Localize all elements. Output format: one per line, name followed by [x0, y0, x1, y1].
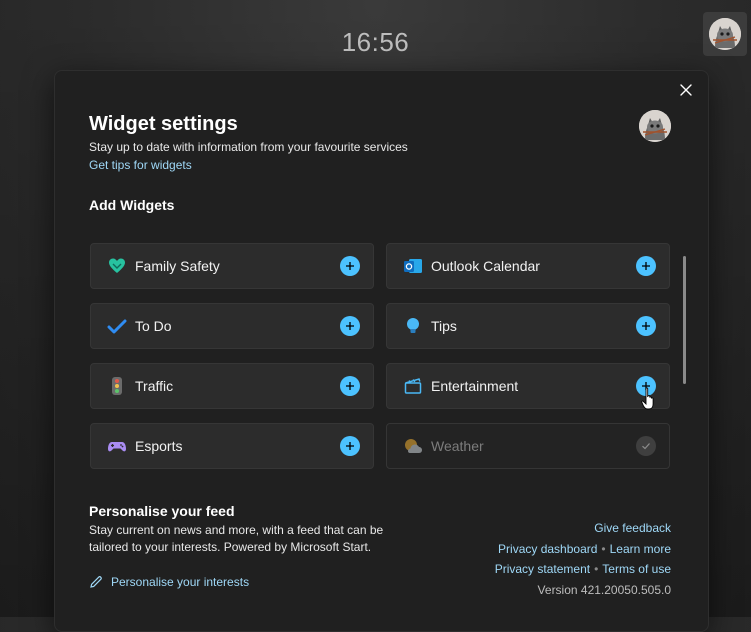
add-widget-button[interactable] — [636, 256, 656, 276]
personalise-interests-label: Personalise your interests — [111, 575, 250, 589]
plus-icon — [346, 382, 354, 390]
clock: 16:56 — [341, 27, 410, 57]
todo-icon — [107, 316, 127, 336]
hand-cursor-icon — [641, 387, 654, 410]
widget-tile-entertainment: Entertainment — [386, 363, 670, 409]
widget-label: Entertainment — [431, 378, 519, 394]
plus-icon — [346, 262, 354, 270]
terms-of-use-link[interactable]: Terms of use — [602, 562, 671, 576]
add-widget-button[interactable] — [340, 436, 360, 456]
widget-label: To Do — [135, 318, 172, 334]
widget-label: Esports — [135, 438, 183, 454]
esports-icon — [107, 436, 127, 456]
entertainment-icon — [403, 376, 423, 396]
widget-tile-esports: Esports — [90, 423, 374, 469]
learn-more-link[interactable]: Learn more — [610, 542, 671, 556]
traffic-icon — [107, 376, 127, 396]
separator-dot: • — [594, 562, 599, 576]
widget-tile-weather: Weather — [386, 423, 670, 469]
avatar[interactable] — [639, 110, 671, 142]
privacy-dashboard-link[interactable]: Privacy dashboard — [498, 542, 597, 556]
widget-label: Traffic — [135, 378, 174, 394]
give-feedback-link[interactable]: Give feedback — [594, 521, 671, 535]
tips-icon — [403, 316, 423, 336]
checkmark-icon — [642, 443, 650, 450]
page-title: Widget settings — [89, 113, 238, 135]
personalise-feed-heading: Personalise your feed — [89, 503, 235, 519]
widget-label: Family Safety — [135, 258, 220, 274]
plus-icon — [346, 442, 354, 450]
version-text: Version 421.20050.505.0 — [537, 582, 671, 597]
family-safety-icon — [107, 256, 127, 276]
widget-label: Tips — [431, 318, 457, 334]
add-widget-button[interactable] — [340, 256, 360, 276]
personalise-interests-link[interactable]: Personalise your interests — [89, 575, 249, 589]
widget-added-indicator — [636, 436, 656, 456]
widget-tile-tips: Tips — [386, 303, 670, 349]
avatar — [709, 18, 741, 50]
personalise-feed-description: Stay current on news and more, with a fe… — [89, 523, 384, 554]
privacy-statement-link[interactable]: Privacy statement — [495, 562, 590, 576]
plus-icon — [642, 262, 650, 270]
close-icon — [680, 84, 692, 96]
outlook-calendar-icon — [403, 256, 423, 276]
footer-links: Give feedback Privacy dashboard • Learn mo… — [495, 518, 671, 600]
close-button[interactable] — [676, 80, 696, 100]
scrollbar[interactable] — [683, 256, 686, 384]
add-widget-button[interactable] — [340, 316, 360, 336]
add-widget-button[interactable] — [636, 316, 656, 336]
page-subtitle: Stay up to date with information from yo… — [89, 140, 408, 154]
add-widget-button[interactable] — [340, 376, 360, 396]
plus-icon — [642, 322, 650, 330]
widget-tile-traffic: Traffic — [90, 363, 374, 409]
add-widgets-heading: Add Widgets — [89, 197, 175, 213]
widget-label: Outlook Calendar — [431, 258, 540, 274]
tips-link[interactable]: Get tips for widgets — [89, 158, 192, 172]
profile-button[interactable] — [703, 12, 747, 56]
weather-icon — [403, 436, 423, 456]
widget-tile-todo: To Do — [90, 303, 374, 349]
widget-label: Weather — [431, 438, 484, 454]
widget-tile-family-safety: Family Safety — [90, 243, 374, 289]
plus-icon — [346, 322, 354, 330]
separator-dot: • — [601, 541, 606, 556]
widget-tile-outlook-calendar: Outlook Calendar — [386, 243, 670, 289]
pencil-icon — [90, 576, 102, 588]
